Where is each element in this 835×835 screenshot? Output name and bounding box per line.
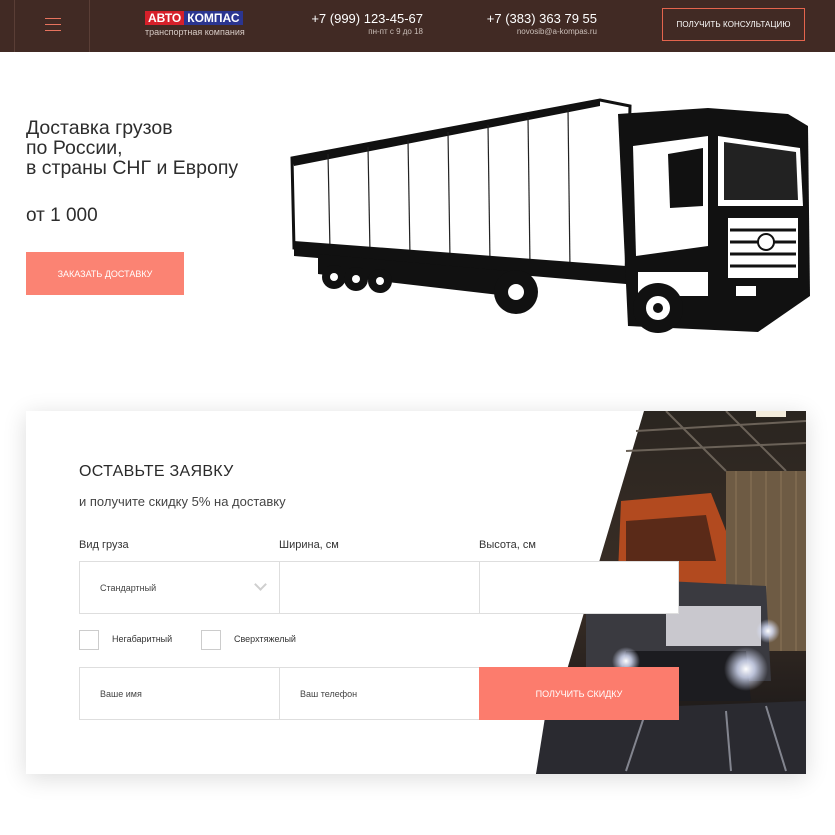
name-input[interactable]: Ваше имя <box>79 667 280 720</box>
height-label: Высота, см <box>479 539 536 551</box>
working-hours: пн-пт с 9 до 18 <box>368 27 423 36</box>
heavy-checkbox[interactable] <box>201 630 221 650</box>
site-header: АВТО КОМПАС транспортная компания +7 (99… <box>0 0 835 52</box>
hamburger-icon-line <box>45 30 61 31</box>
hamburger-icon <box>45 18 61 19</box>
cargo-type-value: Стандартный <box>100 582 157 593</box>
consultation-button[interactable]: ПОЛУЧИТЬ КОНСУЛЬТАЦИЮ <box>662 8 805 41</box>
phone-placeholder: Ваш телефон <box>300 688 358 699</box>
oversize-label: Негабаритный <box>112 634 173 644</box>
cargo-type-label: Вид груза <box>79 539 129 551</box>
get-discount-button[interactable]: ПОЛУЧИТЬ СКИДКУ <box>479 667 679 720</box>
width-input[interactable] <box>279 561 480 614</box>
chevron-down-icon <box>254 578 267 591</box>
contact-phone-primary: +7 (999) 123-45-67 пн-пт с 9 до 18 <box>300 11 423 36</box>
request-form-card: ОСТАВЬТЕ ЗАЯВКУ и получите скидку 5% на … <box>26 411 806 774</box>
contact-phone-secondary: +7 (383) 363 79 55 novosib@a-kompas.ru <box>470 11 597 36</box>
hero-title: Доставка грузов по России, в страны СНГ … <box>26 117 239 179</box>
heavy-label: Сверхтяжелый <box>234 634 296 644</box>
logo-part-kompas: КОМПАС <box>184 11 243 25</box>
width-label: Ширина, см <box>279 539 339 551</box>
truck-illustration <box>290 98 810 333</box>
phone-input[interactable]: Ваш телефон <box>279 667 480 720</box>
email-link[interactable]: novosib@a-kompas.ru <box>470 27 597 36</box>
name-placeholder: Ваше имя <box>100 688 142 699</box>
hamburger-icon-line <box>45 24 61 25</box>
logo-part-auto: АВТО <box>145 11 185 25</box>
company-logo[interactable]: АВТО КОМПАС транспортная компания <box>145 11 245 37</box>
cargo-type-select[interactable]: Стандартный <box>79 561 280 614</box>
logo-tagline: транспортная компания <box>145 27 245 37</box>
oversize-checkbox[interactable] <box>79 630 99 650</box>
phone-secondary[interactable]: +7 (383) 363 79 55 <box>470 11 597 26</box>
hero-price: от 1 000 <box>26 205 98 226</box>
height-input[interactable] <box>479 561 679 614</box>
order-delivery-button[interactable]: ЗАКАЗАТЬ ДОСТАВКУ <box>26 252 184 295</box>
form-subtitle: и получите скидку 5% на доставку <box>79 494 286 509</box>
menu-button[interactable] <box>14 0 90 52</box>
form-title: ОСТАВЬТЕ ЗАЯВКУ <box>79 463 234 480</box>
phone-primary[interactable]: +7 (999) 123-45-67 <box>300 11 423 26</box>
